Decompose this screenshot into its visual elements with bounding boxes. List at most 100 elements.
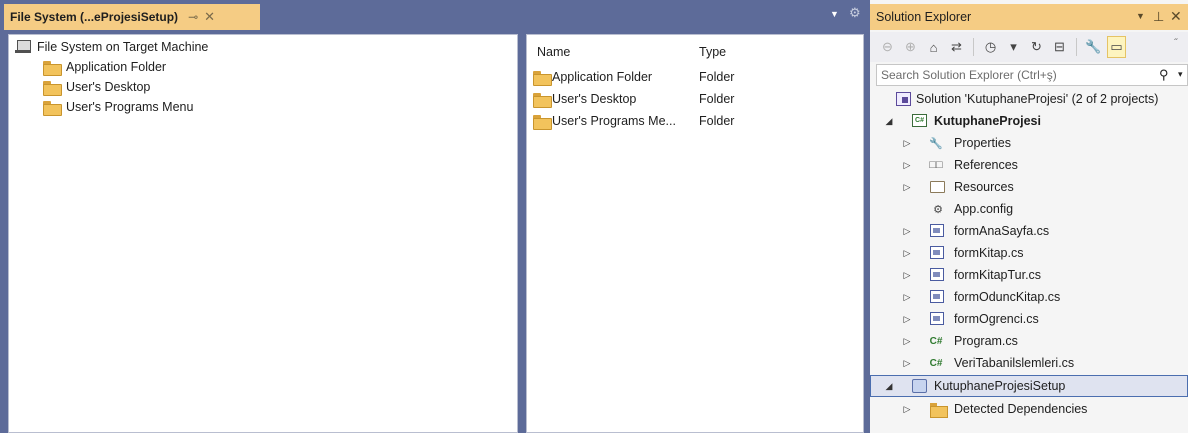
collapsed-arrow-icon[interactable]: ▷ [902, 226, 912, 237]
tree-item-properties[interactable]: ▷ 🔧 Properties [870, 132, 1188, 154]
wrench-icon[interactable]: 🔧 [1084, 36, 1103, 58]
tree-item-label: Detected Dependencies [954, 402, 1088, 416]
back-icon[interactable]: ⊖ [878, 36, 897, 58]
chevron-down-icon[interactable]: ▼ [830, 9, 839, 19]
tab-file-system[interactable]: File System (...eProjesiSetup) ⊸ ✕ [4, 4, 260, 30]
csharp-icon: C# [929, 357, 943, 369]
pane-splitter[interactable] [518, 34, 526, 433]
expanded-arrow-icon[interactable]: ◢ [884, 116, 894, 127]
search-icon[interactable]: ⚲ [1159, 67, 1169, 83]
tree-item-veritabani-islemleri-cs[interactable]: ▷ C# VeriTabanilslemleri.cs [870, 352, 1188, 374]
tree-item-users-programs-menu[interactable]: User's Programs Menu [43, 97, 193, 117]
chevron-down-icon[interactable]: ▼ [1136, 11, 1145, 21]
overflow-icon[interactable]: ˝ [1174, 38, 1177, 49]
form-icon [930, 224, 944, 237]
collapsed-arrow-icon[interactable]: ▷ [902, 138, 912, 149]
tree-item-label: Program.cs [954, 334, 1018, 348]
folder-icon [533, 114, 552, 130]
tree-item-form-ogrenci[interactable]: ▷ formOgrenci.cs [870, 308, 1188, 330]
list-item[interactable]: Application Folder [533, 67, 652, 87]
list-item-name: User's Desktop [552, 92, 637, 106]
tree-item-form-kitap[interactable]: ▷ formKitap.cs [870, 242, 1188, 264]
solution-explorer-toolbar: ⊖ ⊕ ⌂ ⇄ ◷ ▾ ↻ ⊟ 🔧 ▭ ˝ [870, 32, 1188, 62]
collapsed-arrow-icon[interactable]: ▷ [902, 248, 912, 259]
search-box: ⚲ ▾ [876, 64, 1188, 86]
references-icon: □□ [929, 159, 943, 171]
toolbar-separator [1076, 38, 1077, 56]
tree-root-label: File System on Target Machine [37, 40, 209, 54]
tree-item-solution[interactable]: Solution 'KutuphaneProjesi' (2 of 2 proj… [870, 88, 1188, 110]
tree-item-label: References [954, 158, 1018, 172]
collapsed-arrow-icon[interactable]: ▷ [902, 270, 912, 281]
folder-icon [43, 100, 62, 116]
computer-icon [15, 40, 31, 54]
tree-item-label: Solution 'KutuphaneProjesi' (2 of 2 proj… [916, 92, 1159, 106]
tree-item-detected-dependencies[interactable]: ▷ Detected Dependencies [870, 398, 1188, 420]
dropdown-icon[interactable]: ▾ [1004, 36, 1023, 58]
file-list-pane: Name Type Application Folder Folder User… [526, 34, 864, 433]
collapsed-arrow-icon[interactable]: ▷ [902, 404, 912, 415]
setup-project-icon [912, 379, 927, 393]
preview-selected-icon[interactable]: ▭ [1107, 36, 1126, 58]
chevron-down-icon[interactable]: ▾ [1178, 69, 1183, 80]
tree-item-label: User's Desktop [66, 80, 151, 94]
collapsed-arrow-icon[interactable]: ▷ [902, 336, 912, 347]
solution-explorer-titlebar[interactable]: Solution Explorer ▼ ⊥ ✕ [870, 4, 1188, 30]
column-header-type[interactable]: Type [699, 45, 726, 59]
toolbar-separator [973, 38, 974, 56]
solution-icon [896, 92, 911, 106]
list-item[interactable]: User's Programs Me... [533, 111, 676, 131]
collapsed-arrow-icon[interactable]: ▷ [902, 314, 912, 325]
refresh-icon[interactable]: ↻ [1027, 36, 1046, 58]
tree-item-label: VeriTabanilslemleri.cs [954, 356, 1075, 370]
tree-item-application-folder[interactable]: Application Folder [43, 57, 166, 77]
pending-changes-icon[interactable]: ◷ [981, 36, 1000, 58]
tree-item-app-config[interactable]: ⚙ App.config [870, 198, 1188, 220]
list-item-type: Folder [699, 114, 735, 128]
tree-item-form-odunc-kitap[interactable]: ▷ formOduncKitap.cs [870, 286, 1188, 308]
forward-icon[interactable]: ⊕ [901, 36, 920, 58]
list-item[interactable]: User's Desktop [533, 89, 636, 109]
tree-item-label: Application Folder [66, 60, 167, 74]
list-item-name: User's Programs Me... [552, 114, 676, 128]
folder-icon [43, 60, 62, 76]
collapse-all-icon[interactable]: ⊟ [1050, 36, 1069, 58]
search-input[interactable] [881, 68, 1151, 82]
tree-item-project[interactable]: ◢ C# KutuphaneProjesi [870, 110, 1188, 132]
tree-item-label: formKitapTur.cs [954, 268, 1042, 282]
collapsed-arrow-icon[interactable]: ▷ [902, 358, 912, 369]
folder-icon [930, 403, 948, 418]
close-icon[interactable]: ✕ [1170, 8, 1182, 25]
list-item-type: Folder [699, 70, 735, 84]
collapsed-arrow-icon[interactable]: ▷ [902, 182, 912, 193]
folder-icon [43, 80, 62, 96]
tree-item-label: KutuphaneProjesiSetup [934, 379, 1066, 393]
solution-explorer-title: Solution Explorer [876, 10, 972, 24]
collapsed-arrow-icon[interactable]: ▷ [902, 292, 912, 303]
tree-item-users-desktop[interactable]: User's Desktop [43, 77, 150, 97]
pin-icon[interactable]: ⊸ [188, 10, 198, 24]
close-icon[interactable]: ✕ [204, 9, 215, 25]
tree-item-program-cs[interactable]: ▷ C# Program.cs [870, 330, 1188, 352]
gear-icon[interactable]: ⚙ [849, 5, 861, 21]
tree-item-references[interactable]: ▷ □□ References [870, 154, 1188, 176]
form-icon [930, 290, 944, 303]
tree-item-resources[interactable]: ▷ Resources [870, 176, 1188, 198]
switch-views-icon[interactable]: ⇄ [947, 36, 966, 58]
tree-item-form-kitap-tur[interactable]: ▷ formKitapTur.cs [870, 264, 1188, 286]
form-icon [930, 246, 944, 259]
home-icon[interactable]: ⌂ [924, 36, 943, 58]
expanded-arrow-icon[interactable]: ◢ [884, 381, 894, 392]
folder-icon [533, 92, 552, 108]
tree-root[interactable]: File System on Target Machine [15, 37, 208, 57]
form-icon [930, 312, 944, 325]
collapsed-arrow-icon[interactable]: ▷ [902, 160, 912, 171]
tree-item-label: formAnaSayfa.cs [954, 224, 1050, 238]
tree-item-setup-project[interactable]: ◢ KutuphaneProjesiSetup [870, 375, 1188, 397]
form-icon [930, 268, 944, 281]
file-system-tree-pane: File System on Target Machine Applicatio… [8, 34, 518, 433]
tree-item-form-ana-sayfa[interactable]: ▷ formAnaSayfa.cs [870, 220, 1188, 242]
pin-icon[interactable]: ⊥ [1153, 9, 1164, 25]
column-header-name[interactable]: Name [537, 45, 570, 59]
folder-icon [930, 181, 945, 193]
